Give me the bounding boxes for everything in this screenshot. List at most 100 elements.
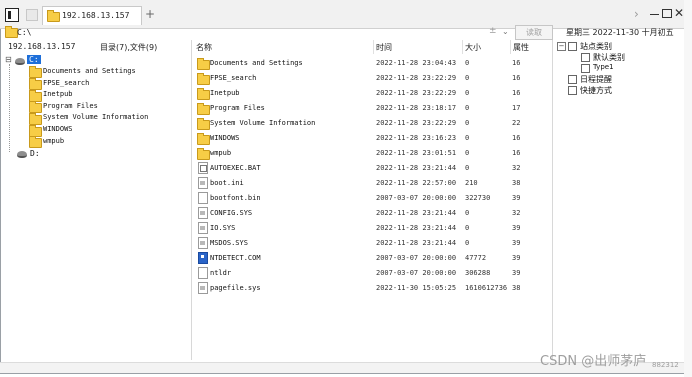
tree-item-windows[interactable]: WINDOWS — [43, 125, 73, 133]
folder-icon — [29, 66, 42, 78]
folder-icon — [197, 133, 210, 145]
file-name[interactable]: NTDETECT.COM — [210, 254, 261, 262]
drive-c-node[interactable]: C: — [27, 55, 41, 64]
tree-item-program-files[interactable]: Program Files — [43, 102, 98, 110]
site-category-node[interactable]: 站点类别 — [580, 41, 612, 52]
tree-item-fpse-search[interactable]: FPSE_search — [43, 79, 89, 87]
file-size: 306288 — [465, 269, 491, 277]
file-name[interactable]: boot.ini — [210, 179, 244, 187]
tab-remote-host[interactable]: 192.168.13.157 — [42, 6, 142, 25]
file-size: 0 — [465, 119, 470, 127]
file-name[interactable]: bootfont.bin — [210, 194, 261, 202]
system-file-icon — [198, 222, 208, 234]
blank-tab-icon[interactable] — [26, 9, 38, 21]
file-icon — [198, 267, 208, 279]
column-header-attr[interactable]: 属性 — [513, 42, 529, 53]
file-time: 2022-11-28 23:21:44 — [376, 239, 457, 247]
default-category-node[interactable]: 默认类别 — [593, 52, 625, 63]
file-size: 0 — [465, 74, 470, 82]
executable-icon — [198, 252, 208, 264]
column-divider[interactable] — [462, 40, 463, 54]
file-name[interactable]: FPSE_search — [210, 74, 256, 82]
column-header-time[interactable]: 时间 — [376, 42, 392, 53]
column-divider[interactable] — [510, 40, 511, 54]
tree-item-system-volume-information[interactable]: System Volume Information — [43, 113, 148, 121]
file-time: 2007-03-07 20:00:00 — [376, 254, 457, 262]
folder-icon — [47, 10, 60, 22]
file-name[interactable]: Documents and Settings — [210, 59, 303, 67]
tree-item-inetpub[interactable]: Inetpub — [43, 90, 73, 98]
file-attr: 16 — [512, 149, 521, 157]
file-name[interactable]: Inetpub — [210, 89, 240, 97]
file-time: 2022-11-28 23:22:29 — [376, 74, 457, 82]
address-input[interactable] — [17, 26, 497, 38]
tree-item-documents-and-settings[interactable]: Documents and Settings — [43, 67, 136, 75]
file-attr: 16 — [512, 89, 521, 97]
minimize-icon[interactable] — [650, 14, 659, 15]
read-button[interactable]: 读取 — [515, 25, 553, 40]
file-time: 2007-03-07 20:00:00 — [376, 194, 457, 202]
maximize-icon[interactable] — [662, 9, 672, 18]
folder-icon — [29, 101, 42, 113]
file-name[interactable]: Program Files — [210, 104, 265, 112]
column-divider[interactable] — [373, 40, 374, 54]
tree-item-wmpub[interactable]: wmpub — [43, 137, 64, 145]
file-attr: 39 — [512, 269, 521, 277]
batch-file-icon — [198, 162, 208, 174]
collapse-icon[interactable]: − — [557, 42, 566, 51]
file-attr: 17 — [512, 104, 521, 112]
file-attr: 38 — [512, 284, 521, 292]
file-attr: 32 — [512, 164, 521, 172]
column-header-name[interactable]: 名称 — [196, 42, 212, 53]
tree-connector — [9, 64, 10, 152]
file-name[interactable]: wmpub — [210, 149, 231, 157]
file-attr: 16 — [512, 134, 521, 142]
host-address: 192.168.13.157 — [8, 42, 76, 51]
file-size: 210 — [465, 179, 478, 187]
shortcuts-node[interactable]: 快捷方式 — [580, 85, 612, 96]
folder-icon — [29, 136, 42, 148]
close-icon[interactable]: ✕ — [674, 6, 684, 20]
file-time: 2022-11-28 23:04:43 — [376, 59, 457, 67]
item-count: 目录(7),文件(9) — [100, 43, 158, 52]
file-name[interactable]: MSDOS.SYS — [210, 239, 248, 247]
shortcut-icon — [568, 86, 577, 95]
file-name[interactable]: WINDOWS — [210, 134, 240, 142]
folder-icon — [197, 88, 210, 100]
file-time: 2022-11-28 23:22:29 — [376, 119, 457, 127]
file-name[interactable]: System Volume Information — [210, 119, 315, 127]
file-name[interactable]: CONFIG.SYS — [210, 209, 252, 217]
file-time: 2022-11-28 23:22:29 — [376, 89, 457, 97]
app-logo-icon[interactable] — [5, 8, 19, 22]
add-tab-button[interactable]: + — [145, 7, 155, 21]
file-time: 2022-11-28 23:21:44 — [376, 209, 457, 217]
file-size: 0 — [465, 104, 470, 112]
file-name[interactable]: AUTOEXEC.BAT — [210, 164, 261, 172]
chevron-right-icon[interactable]: › — [634, 7, 639, 21]
chevron-down-icon[interactable]: ⌄ — [502, 27, 509, 36]
type1-node[interactable]: Type1 — [593, 63, 614, 71]
file-attr: 16 — [512, 74, 521, 82]
system-file-icon — [198, 282, 208, 294]
folder-icon — [197, 103, 210, 115]
file-size: 0 — [465, 209, 470, 217]
date-display: 星期三 2022-11-30 十月初五 — [566, 28, 674, 37]
clear-icon[interactable]: ± — [489, 26, 497, 36]
file-time: 2022-11-30 15:05:25 — [376, 284, 457, 292]
file-name[interactable]: IO.SYS — [210, 224, 235, 232]
file-time: 2022-11-28 22:57:00 — [376, 179, 457, 187]
collapse-icon[interactable]: ⊟ — [5, 55, 12, 64]
file-name[interactable]: pagefile.sys — [210, 284, 261, 292]
file-attr: 39 — [512, 224, 521, 232]
file-name[interactable]: ntldr — [210, 269, 231, 277]
file-size: 0 — [465, 149, 470, 157]
system-file-icon — [198, 207, 208, 219]
drive-d-node[interactable]: D: — [30, 149, 40, 158]
drive-icon — [17, 151, 27, 158]
schedule-reminder-node[interactable]: 日程提醒 — [580, 74, 612, 85]
file-attr: 39 — [512, 254, 521, 262]
file-attr: 22 — [512, 119, 521, 127]
watermark-id: 882312 — [652, 361, 679, 369]
file-time: 2022-11-28 23:21:44 — [376, 164, 457, 172]
column-header-size[interactable]: 大小 — [465, 42, 481, 53]
